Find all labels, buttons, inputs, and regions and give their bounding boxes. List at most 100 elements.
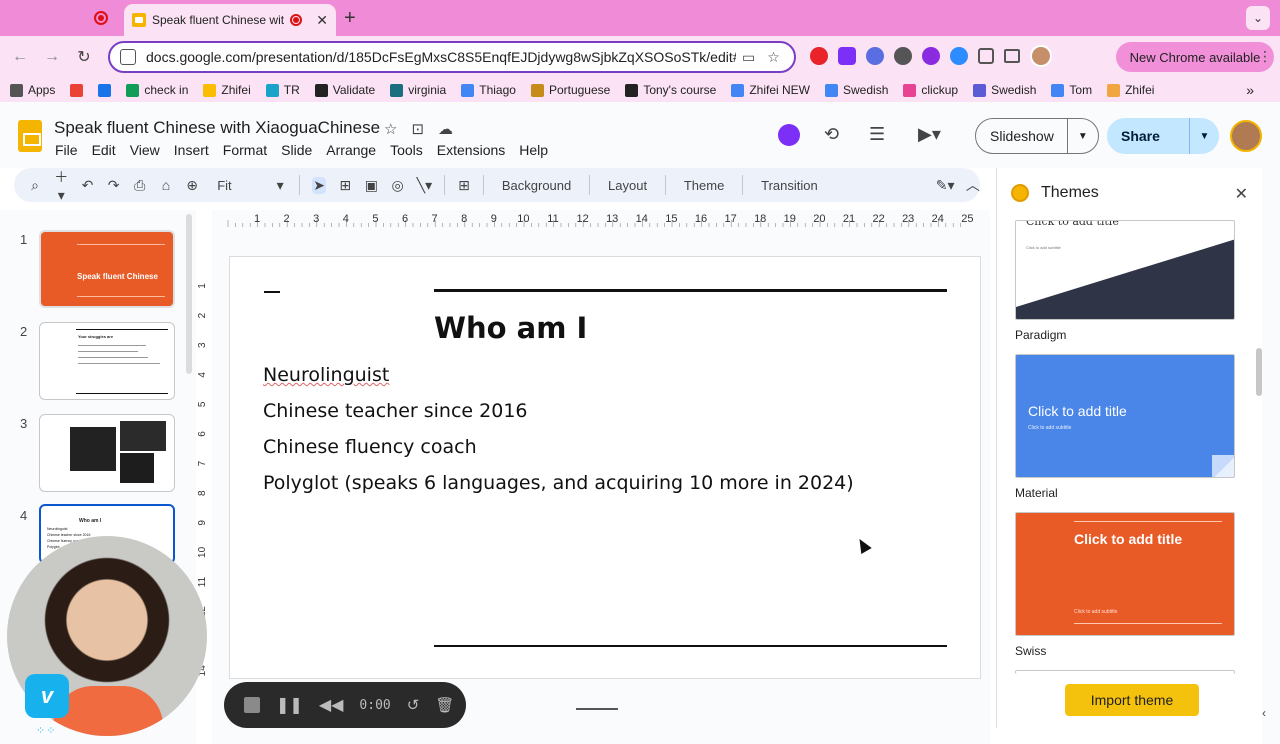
zoom-icon[interactable]: ⊕ [185, 177, 199, 194]
speaker-notes-handle[interactable] [576, 708, 618, 710]
bookmark-item[interactable]: Thiago [461, 83, 516, 97]
star-icon[interactable]: ☆ [384, 120, 397, 138]
active-tab[interactable]: Speak fluent Chinese with XiaoguaChinese… [124, 4, 336, 36]
shape-icon[interactable]: ◎ [390, 177, 404, 194]
zoom-select[interactable]: Fit [211, 178, 261, 193]
bookmark-item[interactable]: clickup [903, 83, 958, 97]
new-slide-icon[interactable]: ＋▾ [54, 167, 68, 204]
paint-format-icon[interactable]: ⌂ [159, 177, 173, 193]
comment-icon[interactable]: ☰ [869, 124, 885, 145]
background-button[interactable]: Background [496, 178, 577, 193]
textbox-icon[interactable]: ⊞ [338, 177, 352, 194]
close-tab-icon[interactable]: ✕ [316, 12, 328, 29]
print-icon[interactable]: ⎙ [133, 177, 147, 194]
reload-icon[interactable]: ↻ [72, 45, 96, 69]
bookmark-item[interactable]: Zhifei NEW [731, 83, 810, 97]
filmstrip-scrollbar[interactable] [186, 214, 192, 374]
bookmark-item[interactable]: Tom [1051, 83, 1092, 97]
menu-file[interactable]: File [55, 142, 78, 158]
restart-icon[interactable]: ↺ [407, 696, 420, 714]
bookmark-item[interactable]: check in [126, 83, 188, 97]
zoom-extension-icon[interactable] [950, 47, 968, 65]
bookmark-item[interactable]: Swedish [825, 83, 888, 97]
pen-icon[interactable]: ✎▾ [936, 177, 955, 194]
account-avatar[interactable] [1230, 120, 1262, 152]
menu-arrange[interactable]: Arrange [326, 142, 376, 158]
history-icon[interactable]: ⟲ [824, 124, 839, 145]
slide-body[interactable]: Neurolinguist Chinese teacher since 2016… [263, 357, 854, 501]
bookmark-item[interactable]: Swedish [973, 83, 1036, 97]
extension-icon[interactable] [922, 47, 940, 65]
slide-thumbnail-2[interactable]: Your struggles are [39, 322, 175, 400]
theme-next-preview[interactable] [1015, 670, 1235, 674]
chevron-down-icon[interactable]: ▾ [273, 177, 287, 194]
bookmark-item[interactable] [70, 83, 84, 97]
transition-button[interactable]: Transition [755, 178, 824, 193]
grid-icon[interactable]: ⁘⁘ [36, 724, 56, 738]
slideshow-button[interactable]: Slideshow ▼ [975, 118, 1099, 154]
theme-material[interactable]: Click to add title Click to add subtitle [1015, 354, 1235, 478]
cursor-icon[interactable]: ➤ [311, 176, 327, 194]
stop-icon[interactable] [244, 697, 260, 713]
bookmark-item[interactable]: Portuguese [530, 83, 610, 97]
site-info-icon[interactable] [120, 49, 136, 65]
extension-icon[interactable] [866, 47, 884, 65]
image-icon[interactable]: ▣ [364, 177, 378, 194]
collapse-toolbar-icon[interactable]: ︿ [966, 175, 980, 195]
trash-icon[interactable]: 🗑 [435, 696, 454, 714]
bookmark-item[interactable] [98, 83, 112, 97]
chevron-down-icon[interactable]: ▼ [1189, 118, 1219, 154]
recording-tab[interactable] [86, 8, 116, 28]
redo-icon[interactable]: ↷ [107, 177, 121, 194]
layout-button[interactable]: Layout [602, 178, 653, 193]
bookmark-item[interactable]: Apps [10, 83, 55, 97]
theme-paradigm[interactable]: Click to add title Click to add subtitle [1015, 220, 1235, 320]
undo-icon[interactable]: ↶ [80, 177, 94, 194]
profile-avatar[interactable] [1030, 45, 1052, 67]
bookmark-item[interactable]: Tony's course [625, 83, 716, 97]
sidepanel-icon[interactable] [1004, 49, 1020, 63]
pause-icon[interactable]: ❚❚ [276, 695, 303, 715]
current-slide[interactable]: Who am I Neurolinguist Chinese teacher s… [229, 256, 981, 679]
menu-format[interactable]: Format [223, 142, 267, 158]
new-tab-button[interactable]: + [344, 7, 356, 30]
import-theme-button[interactable]: Import theme [1065, 684, 1199, 716]
more-menu-icon[interactable]: ⋮ [1258, 48, 1272, 65]
url-text[interactable]: docs.google.com/presentation/d/185DcFsEg… [146, 49, 736, 65]
rewind-icon[interactable]: ◀◀ [319, 695, 344, 715]
share-button[interactable]: Share ▼ [1107, 118, 1219, 154]
meet-icon[interactable]: ▶▾ [918, 124, 941, 145]
address-bar[interactable]: docs.google.com/presentation/d/185DcFsEg… [108, 41, 796, 73]
menu-view[interactable]: View [130, 142, 160, 158]
folder-icon[interactable]: ⊡ [411, 120, 424, 138]
extension-icon[interactable] [894, 47, 912, 65]
more-bookmarks-icon[interactable]: » [1246, 82, 1254, 98]
extension-icon[interactable] [838, 47, 856, 65]
menu-tools[interactable]: Tools [390, 142, 423, 158]
back-icon[interactable]: ← [8, 45, 32, 69]
theme-swiss[interactable]: Click to add title Click to add subtitle [1015, 512, 1235, 636]
comment-add-icon[interactable]: ⊞ [457, 177, 471, 194]
document-title[interactable]: Speak fluent Chinese with XiaoguaChinese [54, 118, 380, 138]
bookmark-item[interactable]: Zhifei [203, 83, 251, 97]
menu-insert[interactable]: Insert [174, 142, 209, 158]
slide-thumbnail-1[interactable]: Speak fluent Chinese [39, 230, 175, 308]
update-chrome-button[interactable]: New Chrome available [1116, 42, 1274, 72]
bookmark-item[interactable]: Zhifei [1107, 83, 1154, 97]
slides-logo-icon[interactable] [18, 120, 42, 152]
bookmark-item[interactable]: virginia [390, 83, 446, 97]
search-icon[interactable]: ⌕ [28, 177, 42, 194]
menu-help[interactable]: Help [519, 142, 548, 158]
tab-search-chevron-icon[interactable]: ⌄ [1246, 6, 1270, 30]
camera-icon[interactable]: ▭ [742, 49, 755, 66]
slide-thumbnail-3[interactable] [39, 414, 175, 492]
menu-slide[interactable]: Slide [281, 142, 312, 158]
puzzle-icon[interactable] [978, 48, 994, 64]
menu-extensions[interactable]: Extensions [437, 142, 505, 158]
bookmark-item[interactable]: Validate [314, 83, 375, 97]
vimeo-icon[interactable]: v [25, 674, 69, 718]
menu-edit[interactable]: Edit [92, 142, 116, 158]
chevron-left-icon[interactable]: ‹ [1262, 706, 1280, 730]
bookmark-item[interactable]: TR [265, 83, 300, 97]
extension-icon[interactable] [810, 47, 828, 65]
